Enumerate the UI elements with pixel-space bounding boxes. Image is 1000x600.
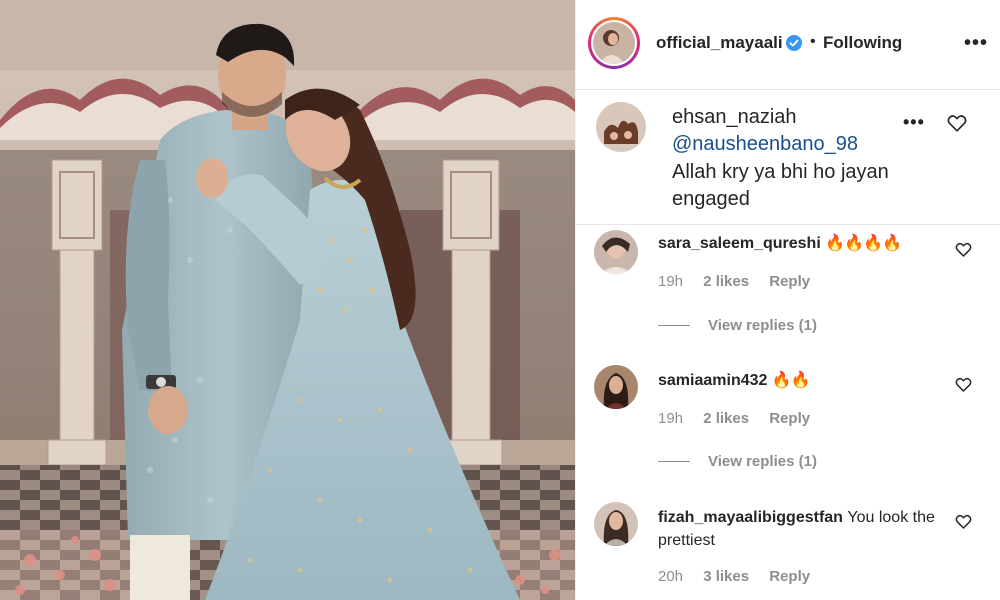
replies-divider xyxy=(658,461,690,462)
post-side-panel: official_mayaali • Following ••• ehsan_n… xyxy=(575,0,1000,600)
comment-username[interactable]: fizah_mayaalibiggestfan xyxy=(658,509,843,526)
reply-button[interactable]: Reply xyxy=(769,273,810,290)
view-replies-label: View replies (1) xyxy=(708,317,817,334)
comment-username[interactable]: sara_saleem_qureshi xyxy=(658,235,821,252)
comment-text: 🔥🔥🔥🔥 xyxy=(825,235,902,252)
reply-button[interactable]: Reply xyxy=(769,568,810,585)
comment-time: 19h xyxy=(658,410,684,427)
comment-username[interactable]: ehsan_naziah xyxy=(672,106,797,129)
heart-icon[interactable] xyxy=(955,377,972,392)
author-avatar-image xyxy=(593,22,635,64)
comment-time: 20h xyxy=(658,568,684,585)
heart-icon[interactable] xyxy=(955,242,972,257)
commenter-avatar[interactable] xyxy=(594,502,638,546)
post-image[interactable] xyxy=(0,0,575,600)
comment-likes[interactable]: 2 likes xyxy=(703,273,749,290)
post-photo-illustration xyxy=(0,0,575,600)
heart-icon[interactable] xyxy=(947,114,967,132)
author-avatar[interactable] xyxy=(588,17,640,69)
reply-button[interactable]: Reply xyxy=(769,410,810,427)
view-replies-button[interactable]: View replies (1) xyxy=(658,317,817,334)
post-header: official_mayaali • Following ••• xyxy=(576,0,1000,90)
comment-username[interactable]: samiaamin432 xyxy=(658,372,767,389)
replies-divider xyxy=(658,325,690,326)
comment-text: Allah kry ya bhi ho jayan engaged xyxy=(672,161,889,210)
comment-item: fizah_mayaalibiggestfan You look the pre… xyxy=(576,498,1000,600)
more-options-icon[interactable]: ••• xyxy=(964,32,988,55)
following-button[interactable]: Following xyxy=(823,33,902,53)
comment-likes[interactable]: 2 likes xyxy=(703,410,749,427)
commenter-avatar[interactable] xyxy=(594,365,638,409)
comment-time: 19h xyxy=(658,273,684,290)
view-replies-button[interactable]: View replies (1) xyxy=(658,453,817,470)
verified-badge-icon xyxy=(786,35,802,51)
comment-likes[interactable]: 3 likes xyxy=(703,568,749,585)
separator-dot: • xyxy=(810,33,816,50)
comment-more-icon[interactable]: ••• xyxy=(903,112,925,133)
comment-item: samiaamin432 🔥🔥 19h 2 likes Reply View r… xyxy=(576,362,1000,492)
view-replies-label: View replies (1) xyxy=(708,453,817,470)
author-username[interactable]: official_mayaali xyxy=(656,33,783,53)
mention-link[interactable]: @nausheenbano_98 xyxy=(672,133,858,156)
heart-icon[interactable] xyxy=(955,514,972,529)
commenter-avatar[interactable] xyxy=(596,102,646,152)
comment-text: 🔥🔥 xyxy=(771,372,811,389)
commenter-avatar[interactable] xyxy=(594,230,638,274)
comment-item: sara_saleem_qureshi 🔥🔥🔥🔥 19h 2 likes Rep… xyxy=(576,225,1000,355)
